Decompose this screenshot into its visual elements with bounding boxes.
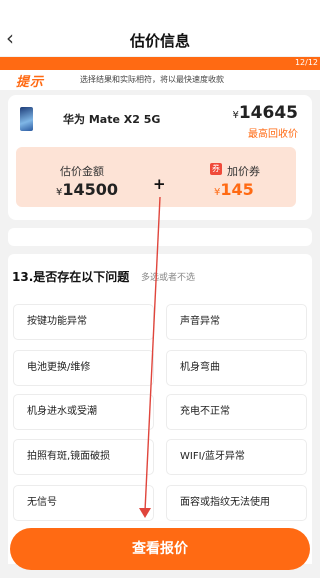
option-button[interactable]: 按键功能异常 (13, 304, 154, 340)
estimate-label: 估价金额 (60, 165, 104, 178)
option-button[interactable]: 声音异常 (166, 304, 307, 340)
option-button[interactable]: 面容或指纹无法使用 (166, 485, 307, 521)
progress-bar: 12/12 (0, 57, 320, 70)
coupon-label: 加价券 (227, 165, 260, 178)
page-title: 估价信息 (129, 32, 190, 50)
estimate-amount: 14500 (62, 180, 119, 199)
question-hint: 多选或者不选 (141, 273, 196, 283)
option-button[interactable]: 机身弯曲 (166, 350, 307, 386)
phone-image (20, 107, 33, 131)
option-button[interactable]: WIFI/蓝牙异常 (166, 439, 307, 475)
question-title: 13.是否存在以下问题 (12, 270, 130, 284)
option-button[interactable]: 无信号 (13, 485, 154, 521)
view-quote-button[interactable]: 查看报价 (10, 528, 310, 570)
tip-text: 选择结果和实际相符，将以最快速度收款 (80, 75, 224, 84)
estimate-value: ¥14500 (56, 180, 118, 199)
highest-price-value: 14645 (238, 103, 298, 123)
progress-count: 12/12 (294, 58, 318, 67)
option-button[interactable]: 电池更换/维修 (13, 350, 154, 386)
tip-bar: 提示 选择结果和实际相符，将以最快速度收款 (0, 70, 320, 90)
device-model: 华为 Mate X2 5G (63, 113, 161, 126)
top-bar: ‹ 估价信息 (0, 0, 320, 56)
coupon-value: ¥145 (214, 180, 254, 199)
option-button[interactable]: 充电不正常 (166, 394, 307, 430)
highest-price: ¥14645 (232, 103, 298, 123)
progress-fill (0, 57, 320, 70)
estimate-box: 估价金额 ¥14500 + 券 加价券 ¥145 (16, 147, 296, 207)
plus-sign: + (153, 175, 166, 193)
option-button[interactable]: 拍照有斑,镜面破损 (13, 439, 154, 475)
highest-price-label: 最高回收价 (248, 129, 298, 140)
coupon-amount: 145 (220, 180, 254, 199)
coupon-icon: 券 (210, 163, 222, 175)
spacer-card (8, 228, 312, 246)
tip-logo: 提示 (16, 75, 45, 90)
option-button[interactable]: 机身进水或受潮 (13, 394, 154, 430)
